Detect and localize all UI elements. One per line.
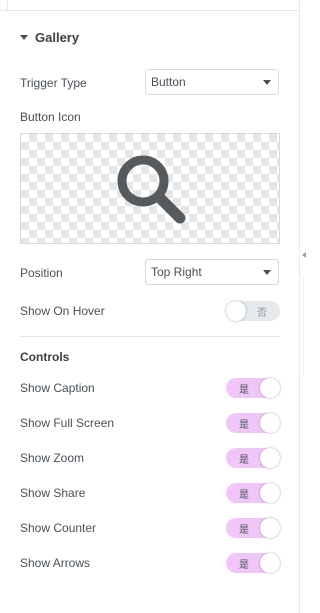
- show-arrows-label: Show Arrows: [20, 556, 91, 570]
- section-divider: [20, 336, 280, 337]
- toggle-text: 是: [239, 525, 249, 536]
- show-zoom-label: Show Zoom: [20, 451, 85, 465]
- position-select[interactable]: Top Right: [145, 259, 279, 285]
- section-title: Gallery: [35, 29, 80, 45]
- select-caret-icon: [263, 270, 271, 275]
- toggle-text: 否: [257, 308, 267, 319]
- show-counter-toggle[interactable]: 是: [226, 518, 280, 538]
- toggle-knob: [260, 553, 280, 573]
- show-full-screen-toggle[interactable]: 是: [226, 413, 280, 433]
- caret-left-icon: [302, 252, 306, 258]
- trigger-type-value: Button: [151, 75, 186, 89]
- position-label: Position: [20, 266, 63, 280]
- show-counter-label: Show Counter: [20, 521, 97, 535]
- show-share-label: Show Share: [20, 486, 86, 500]
- resize-edge[interactable]: [303, 276, 304, 376]
- show-caption-toggle[interactable]: 是: [226, 378, 280, 398]
- show-caption-label: Show Caption: [20, 381, 95, 395]
- show-on-hover-label: Show On Hover: [20, 304, 105, 318]
- caret-down-icon: [20, 34, 28, 40]
- search-icon: [117, 155, 186, 224]
- toggle-text: 是: [239, 420, 249, 431]
- controls-heading: Controls: [20, 350, 70, 364]
- button-icon-label: Button Icon: [20, 110, 81, 124]
- toggle-text: 是: [239, 385, 249, 396]
- toggle-knob: [260, 518, 280, 538]
- toggle-text: 是: [239, 560, 249, 571]
- gallery-section-toggle[interactable]: Gallery: [20, 28, 79, 46]
- toggle-text: 是: [239, 455, 249, 466]
- toggle-knob: [260, 448, 280, 468]
- trigger-type-label: Trigger Type: [20, 76, 87, 90]
- show-arrows-toggle[interactable]: 是: [226, 553, 280, 573]
- select-caret-icon: [263, 80, 271, 85]
- button-icon-picker[interactable]: [20, 133, 280, 244]
- toggle-knob: [260, 413, 280, 433]
- trigger-type-select[interactable]: Button: [145, 69, 279, 95]
- show-zoom-toggle[interactable]: 是: [226, 448, 280, 468]
- top-divider-notch: [0, 0, 8, 11]
- toggle-text: 是: [239, 490, 249, 501]
- toggle-knob: [226, 301, 246, 321]
- show-share-toggle[interactable]: 是: [226, 483, 280, 503]
- toggle-knob: [260, 483, 280, 503]
- collapse-panel-handle[interactable]: [302, 250, 307, 260]
- top-divider: [0, 0, 300, 11]
- toggle-knob: [260, 378, 280, 398]
- show-full-screen-label: Show Full Screen: [20, 416, 115, 430]
- show-on-hover-toggle[interactable]: 否: [226, 301, 280, 321]
- position-value: Top Right: [151, 265, 202, 279]
- gallery-settings-panel: Gallery Trigger Type Button Button Icon …: [0, 0, 300, 613]
